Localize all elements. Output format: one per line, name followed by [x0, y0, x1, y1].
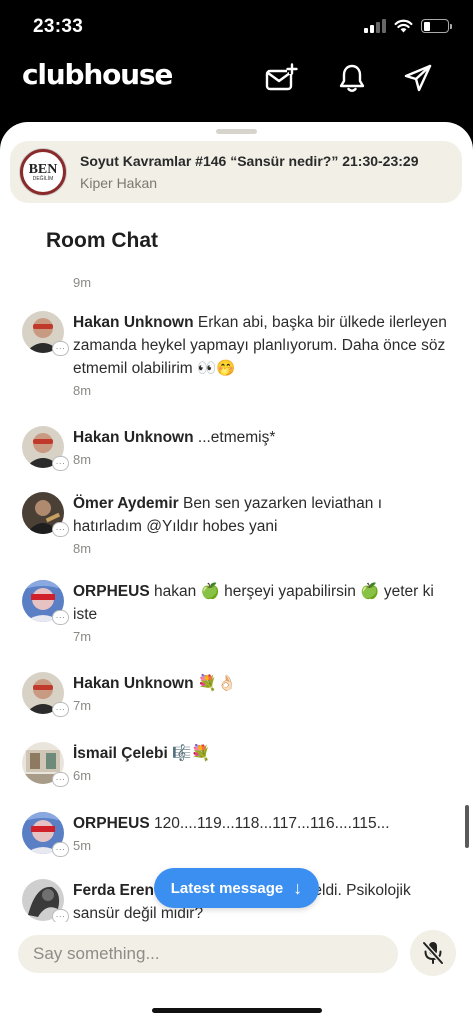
mic-muted-icon [421, 940, 445, 966]
sender-name[interactable]: Hakan Unknown [73, 675, 194, 692]
room-title: Soyut Kavramlar #146 “Sansür nedir?” 21:… [80, 153, 419, 169]
sender-name[interactable]: Hakan Unknown [73, 429, 194, 446]
chat-message: ··· ORPHEUS 120....119...118...117...116… [22, 812, 452, 857]
app-header: clubhouse [0, 56, 473, 126]
status-time: 23:33 [33, 16, 84, 37]
room-avatar: BEN DEĞİLİM [20, 149, 66, 195]
room-banner[interactable]: BEN DEĞİLİM Soyut Kavramlar #146 “Sansür… [10, 141, 462, 203]
scrollbar[interactable] [465, 805, 469, 848]
bell-icon[interactable] [334, 60, 370, 96]
chat-bubble-icon: ··· [52, 341, 69, 356]
mic-button[interactable] [410, 930, 456, 976]
chat-input-bar [0, 922, 473, 1024]
chat-bubble-icon: ··· [52, 456, 69, 471]
sender-name[interactable]: İsmail Çelebi [73, 745, 168, 762]
message-text: 120....119...118...117...116....115... [149, 815, 390, 832]
sender-name[interactable]: ORPHEUS [73, 583, 150, 600]
sheet-grabber[interactable] [216, 129, 257, 134]
room-avatar-subtext: DEĞİLİM [32, 175, 54, 182]
clubhouse-logo: clubhouse [22, 58, 173, 91]
latest-message-label: Latest message [170, 879, 284, 897]
message-text: ...etmemiş* [193, 429, 276, 446]
sender-name[interactable]: Ferda Eren [73, 882, 154, 899]
arrow-down-icon: ↓ [293, 877, 303, 898]
message-time: 9m [73, 275, 92, 290]
message-text: 🎼💐 [167, 745, 211, 762]
status-icons [364, 19, 452, 33]
chat-message: ··· Ömer Aydemir Ben sen yazarken leviat… [22, 492, 452, 556]
room-chat-sheet: BEN DEĞİLİM Soyut Kavramlar #146 “Sansür… [0, 122, 473, 1024]
chat-bubble-icon: ··· [52, 772, 69, 787]
chat-bubble-icon: ··· [52, 610, 69, 625]
chat-message: ··· Hakan Unknown 💐👌🏻 7m [22, 672, 452, 717]
room-chat-heading: Room Chat [46, 229, 158, 252]
sender-name[interactable]: Ömer Aydemir [73, 495, 179, 512]
battery-icon [421, 19, 452, 33]
compose-message-icon[interactable] [263, 60, 299, 96]
message-time: 8m [73, 383, 92, 398]
chat-message: ··· ORPHEUS hakan 🍏 herşeyi yapabilirsin… [22, 580, 452, 644]
paper-plane-icon[interactable] [400, 60, 436, 96]
chat-message: ··· Hakan Unknown ...etmemiş* 8m [22, 426, 452, 471]
message-text: 💐👌🏻 [193, 675, 237, 692]
message-time: 6m [73, 768, 92, 783]
message-time: 5m [73, 838, 92, 853]
chat-message: ··· İsmail Çelebi 🎼💐 6m [22, 742, 452, 787]
chat-bubble-icon: ··· [52, 842, 69, 857]
chat-bubble-icon: ··· [52, 702, 69, 717]
room-host: Kiper Hakan [80, 175, 158, 191]
message-time: 8m [73, 452, 92, 467]
cellular-signal-icon [364, 19, 386, 33]
home-indicator [152, 1008, 322, 1013]
message-time: 8m [73, 541, 92, 556]
message-time: 7m [73, 698, 92, 713]
chat-bubble-icon: ··· [52, 522, 69, 537]
status-bar: 23:33 [0, 0, 473, 56]
room-avatar-text: BEN [28, 161, 58, 177]
sender-name[interactable]: ORPHEUS [73, 815, 150, 832]
message-time: 7m [73, 629, 92, 644]
sender-name[interactable]: Hakan Unknown [73, 314, 194, 331]
chat-input[interactable] [18, 935, 398, 973]
latest-message-button[interactable]: Latest message ↓ [154, 868, 319, 908]
wifi-icon [394, 19, 413, 33]
chat-message: ··· Hakan Unknown Erkan abi, başka bir ü… [22, 311, 452, 398]
